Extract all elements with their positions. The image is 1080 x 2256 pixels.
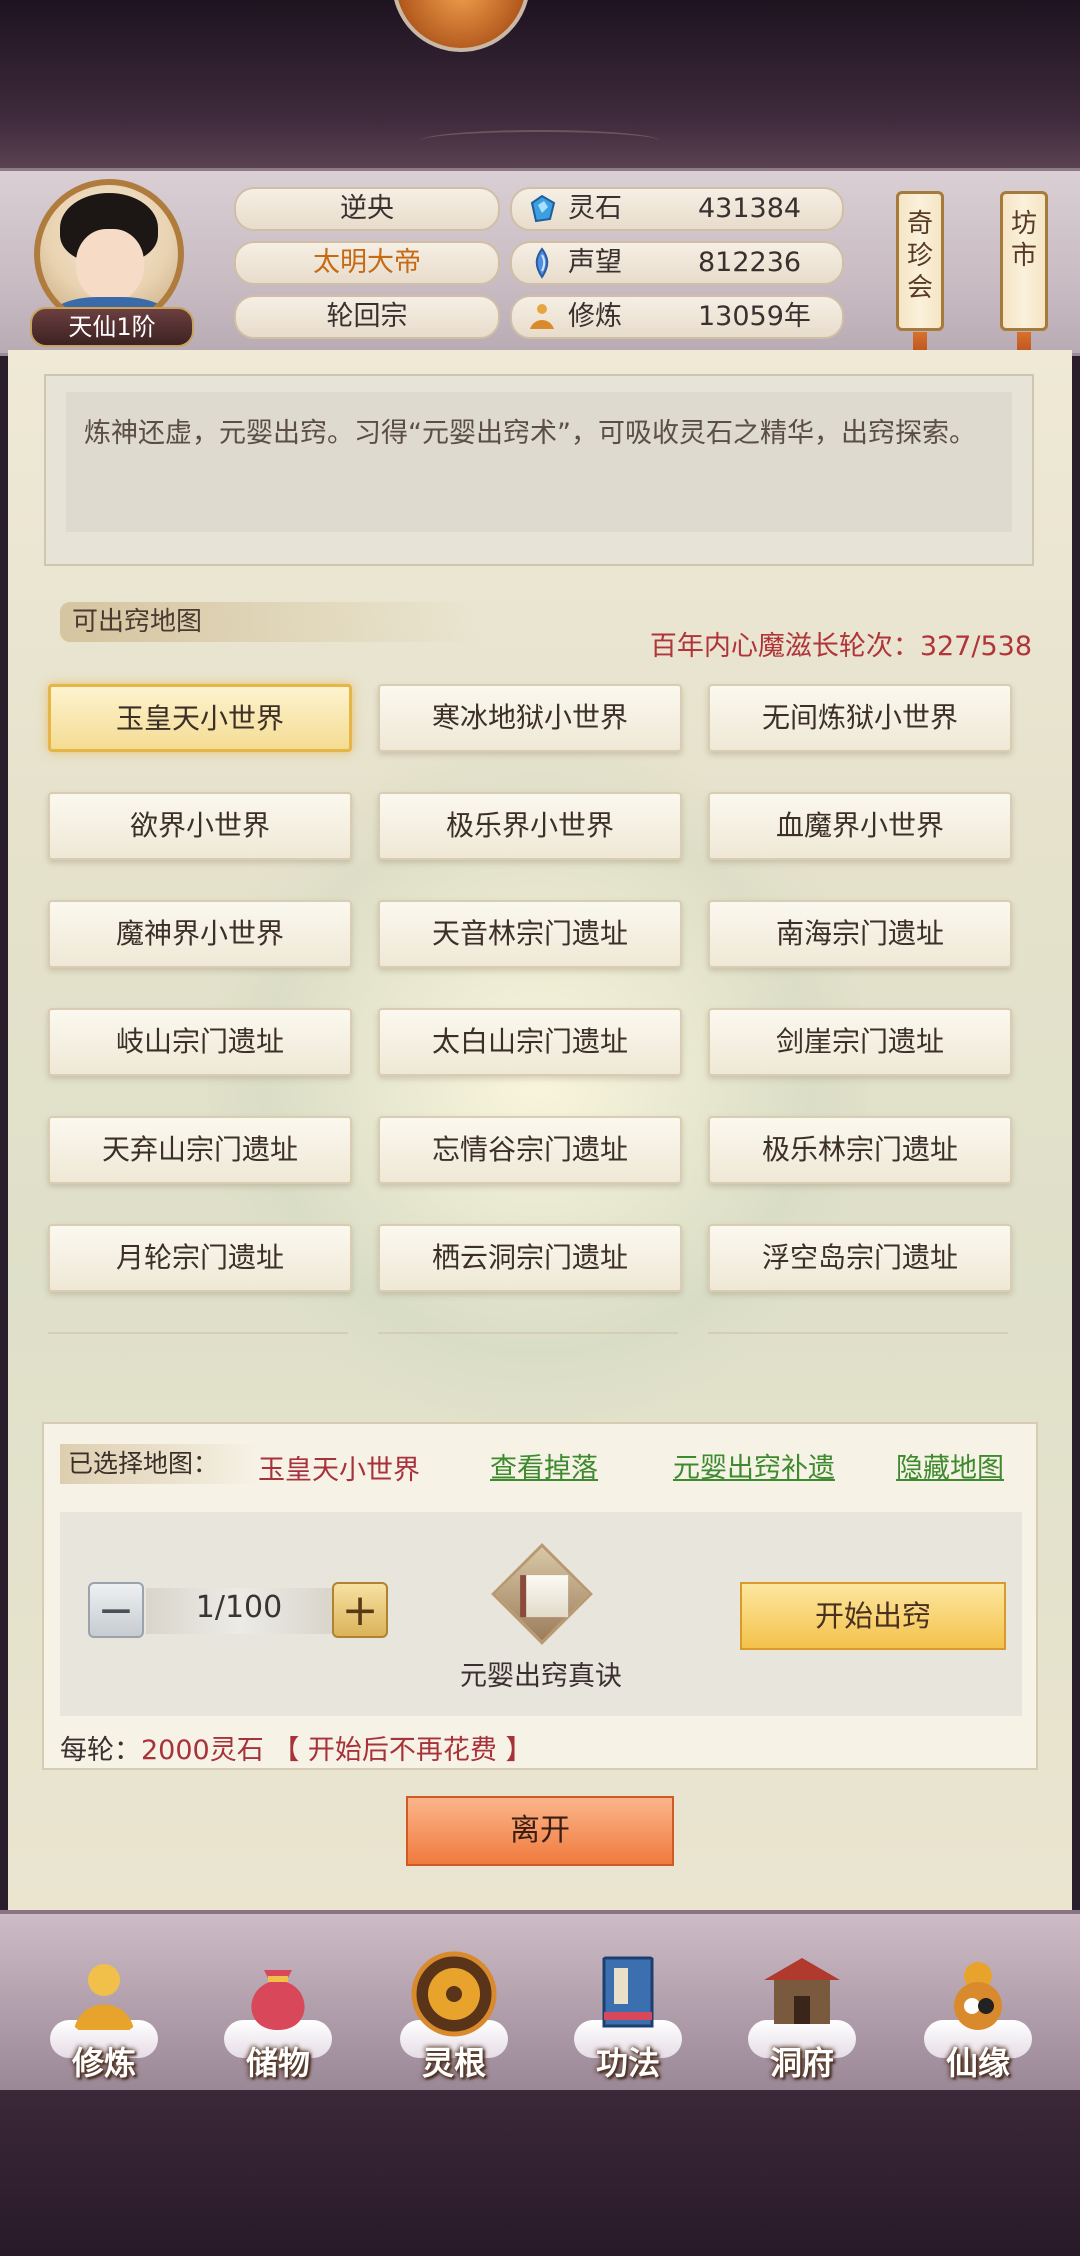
cost-value: 2000灵石 (141, 1735, 264, 1766)
nav-spirit-root[interactable]: 灵根 (384, 1950, 524, 2086)
player-sect: 轮回宗 (234, 295, 500, 339)
item-name: 元婴出窍真诀 (460, 1661, 622, 1692)
grid-divider (48, 1332, 348, 1334)
ornament-divider (420, 130, 660, 152)
grid-divider (708, 1332, 1008, 1334)
player-name: 逆央 (234, 187, 500, 231)
description-box: 炼神还虚，元婴出窍。习得“元婴出窍术”，可吸收灵石之精华，出窍探索。 (44, 374, 1034, 566)
map-button[interactable]: 忘情谷宗门遗址 (378, 1116, 682, 1184)
map-button[interactable]: 玉皇天小世界 (48, 684, 352, 752)
rank-badge: 天仙1阶 (30, 307, 194, 347)
nav-label: 洞府 (769, 2044, 834, 2082)
nav-label: 仙缘 (945, 2044, 1010, 2082)
map-button[interactable]: 血魔界小世界 (708, 792, 1012, 860)
map-button[interactable]: 欲界小世界 (48, 792, 352, 860)
cultivation-icon (530, 304, 554, 329)
spirit-stone-icon (530, 194, 556, 223)
bottom-banner (0, 2090, 1080, 2256)
nav-cultivate[interactable]: 修炼 (34, 1950, 174, 2086)
resource-value: 431384 (698, 193, 802, 224)
resource-label: 声望 (568, 247, 622, 278)
selected-map-value: 玉皇天小世界 (258, 1455, 420, 1486)
demon-progress-text: 百年内心魔滋长轮次：327/538 (649, 631, 1032, 662)
grid-divider (378, 1332, 678, 1334)
map-button[interactable]: 浮空岛宗门遗址 (708, 1224, 1012, 1292)
cave-dwelling-icon (764, 1958, 840, 2024)
main-panel: 炼神还虚，元婴出窍。习得“元婴出窍术”，可吸收灵石之精华，出窍探索。 可出窍地图… (8, 350, 1072, 1910)
map-button[interactable]: 月轮宗门遗址 (48, 1224, 352, 1292)
resource-label: 修炼 (568, 301, 622, 332)
map-button[interactable]: 无间炼狱小世界 (708, 684, 1012, 752)
spirit-root-icon (411, 1951, 497, 2037)
resource-value: 812236 (698, 247, 802, 278)
hide-map-link[interactable]: 隐藏地图 (896, 1446, 1004, 1485)
cost-note: 【 开始后不再花费 】 (272, 1735, 533, 1766)
player-avatar[interactable]: 天仙1阶 (30, 179, 194, 347)
supplement-link[interactable]: 元婴出窍补遗 (673, 1446, 835, 1485)
increase-button[interactable]: + (332, 1582, 388, 1638)
cost-prefix: 每轮： (60, 1735, 141, 1766)
technique-book-icon (602, 1956, 654, 2028)
map-button[interactable]: 寒冰地狱小世界 (378, 684, 682, 752)
nav-immortal-fate[interactable]: 仙缘 (908, 1950, 1048, 2086)
nav-label: 储物 (245, 2044, 310, 2082)
bottom-nav: 修炼 储物 灵根 功法 洞府 仙缘 (0, 1910, 1080, 2094)
selection-panel: 已选择地图： 玉皇天小世界 查看掉落 元婴出窍补遗 隐藏地图 − 1/100 +… (42, 1422, 1038, 1770)
map-button[interactable]: 天弃山宗门遗址 (48, 1116, 352, 1184)
nav-cave[interactable]: 洞府 (732, 1950, 872, 2086)
map-button[interactable]: 天音林宗门遗址 (378, 900, 682, 968)
map-button[interactable]: 剑崖宗门遗址 (708, 1008, 1012, 1076)
selected-map-label: 已选择地图： (60, 1444, 260, 1484)
map-button[interactable]: 太白山宗门遗址 (378, 1008, 682, 1076)
treasure-fair-label: 奇珍会 (907, 209, 934, 303)
map-button[interactable]: 南海宗门遗址 (708, 900, 1012, 968)
treasure-fair-button[interactable]: 奇珍会 (896, 191, 944, 370)
map-button[interactable]: 极乐林宗门遗址 (708, 1116, 1012, 1184)
reputation-icon (535, 247, 549, 279)
nav-label: 功法 (595, 2044, 660, 2082)
map-button[interactable]: 极乐界小世界 (378, 792, 682, 860)
player-header: 天仙1阶 逆央 太明大帝 轮回宗 灵石 431384 声望 812236 修炼 … (0, 168, 1080, 370)
resource-reputation: 声望 812236 (510, 241, 844, 285)
nav-label: 灵根 (421, 2044, 486, 2082)
nav-label: 修炼 (71, 2044, 136, 2082)
cultivate-icon (74, 1964, 134, 2030)
decrease-button[interactable]: − (88, 1582, 144, 1638)
map-button[interactable]: 岐山宗门遗址 (48, 1008, 352, 1076)
immortal-fate-icon (954, 1962, 1002, 2030)
map-button[interactable]: 栖云洞宗门遗址 (378, 1224, 682, 1292)
nav-technique[interactable]: 功法 (558, 1950, 698, 2086)
top-banner (0, 0, 1080, 168)
cost-line: 每轮：2000灵石 【 开始后不再花费 】 (60, 1728, 532, 1767)
quantity-value: 1/100 (195, 1590, 283, 1625)
view-drops-link[interactable]: 查看掉落 (490, 1446, 598, 1485)
map-button[interactable]: 魔神界小世界 (48, 900, 352, 968)
resource-spirit-stone: 灵石 431384 (510, 187, 844, 231)
market-label: 坊市 (1011, 209, 1038, 271)
start-button[interactable]: 开始出窍 (740, 1582, 1006, 1650)
resource-value: 13059年 (698, 301, 811, 332)
resource-cultivation: 修炼 13059年 (510, 295, 844, 339)
book-icon[interactable] (491, 1543, 593, 1645)
market-button[interactable]: 坊市 (1000, 191, 1048, 370)
control-area: − 1/100 + 元婴出窍真诀 开始出窍 (60, 1512, 1022, 1716)
leave-button[interactable]: 离开 (406, 1796, 674, 1866)
map-section-title: 可出窍地图 (60, 602, 480, 642)
storage-bag-icon (251, 1970, 305, 2030)
description-text: 炼神还虚，元婴出窍。习得“元婴出窍术”，可吸收灵石之精华，出窍探索。 (66, 392, 1012, 532)
resource-label: 灵石 (568, 193, 622, 224)
nav-storage[interactable]: 储物 (208, 1950, 348, 2086)
player-title: 太明大帝 (234, 241, 500, 285)
top-emblem-icon (392, 0, 530, 52)
